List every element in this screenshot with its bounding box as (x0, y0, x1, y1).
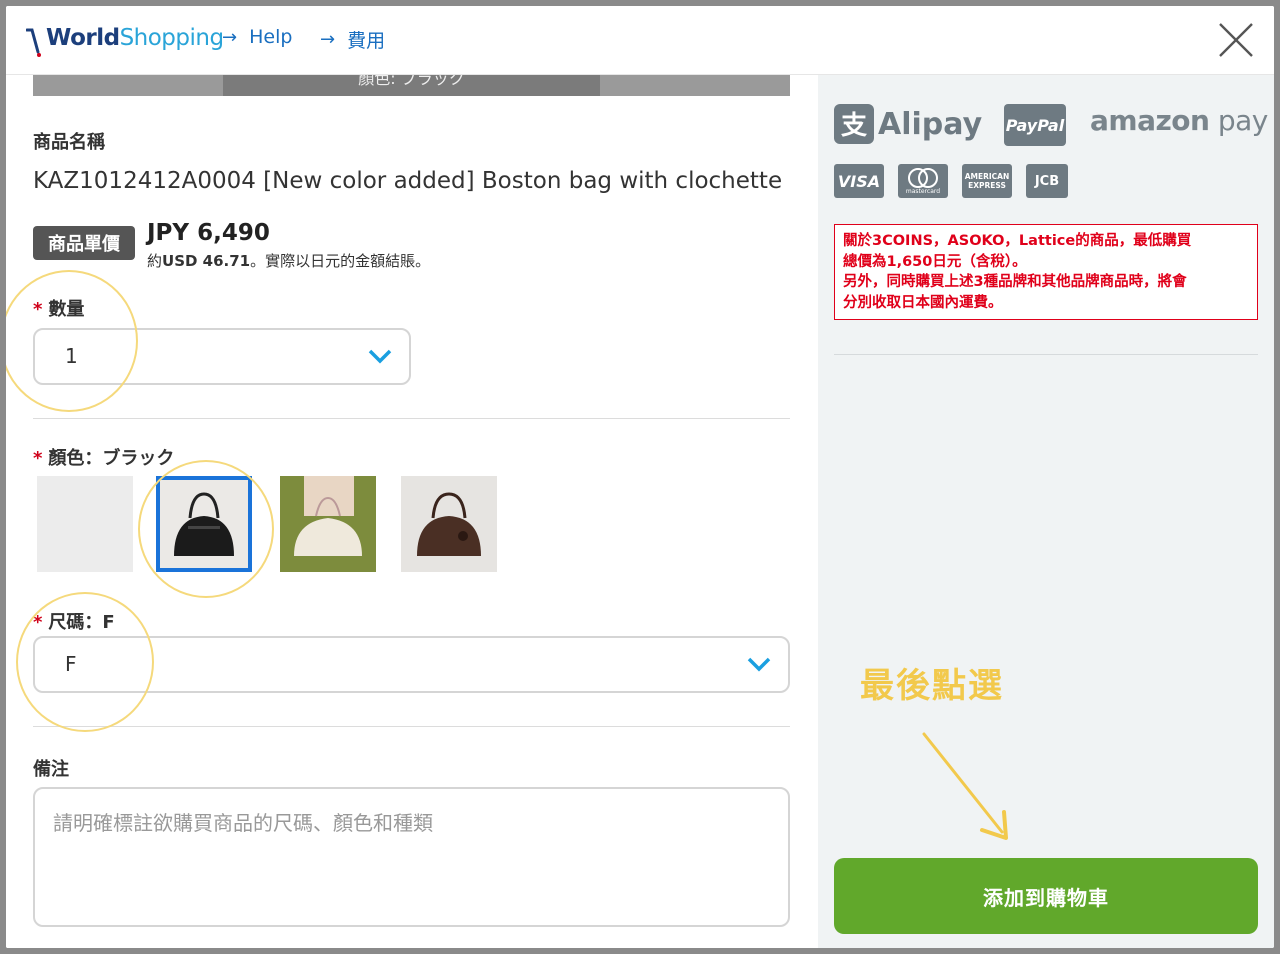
color-swatch-ivory[interactable] (280, 476, 376, 572)
product-image-strip: 顏色: ブラック (33, 74, 790, 96)
modal-header: WorldShopping → Help → 費用 (6, 6, 1274, 75)
black-bag-image (174, 492, 234, 556)
breadcrumb-label: Help (249, 26, 293, 48)
ivory-bag-image (280, 476, 376, 572)
mastercard-logo: mastercard (898, 164, 948, 198)
arrow-right-icon: → (320, 29, 336, 50)
product-modal: WorldShopping → Help → 費用 顏色: ブラック 商品名稱 … (6, 6, 1274, 948)
notice-line: 分別收取日本國內運費。 (843, 294, 1003, 311)
amazon-pay-text: pay (1209, 104, 1269, 137)
price-usd-note: 約USD 46.71。實際以日元的金額結賬。 (147, 250, 430, 271)
product-name: KAZ1012412A0004 [New color added] Boston… (33, 168, 783, 194)
color-label: * 顏色：ブラック (33, 444, 174, 470)
min-purchase-notice: 關於3COINS，ASOKO，Lattice的商品，最低購買 總價為1,650日… (834, 224, 1258, 320)
color-label-text: 顏色：ブラック (48, 448, 175, 469)
mastercard-text: mastercard (905, 187, 941, 195)
image-caption: 顏色: ブラック (223, 74, 600, 96)
breadcrumb-label: 費用 (347, 30, 386, 52)
quantity-select[interactable]: 1 (33, 328, 411, 385)
required-mark: * (33, 448, 43, 469)
quantity-value: 1 (65, 344, 78, 368)
price-usd: USD 46.71 (162, 252, 251, 270)
alipay-logo: 支 Alipay (834, 104, 982, 144)
color-swatch-blank[interactable] (37, 476, 133, 572)
price-sub-prefix: 約 (147, 252, 163, 270)
size-value: F (65, 652, 77, 676)
jcb-logo: JCB (1026, 164, 1068, 198)
arrow-right-icon: → (222, 26, 238, 48)
breadcrumb-fees[interactable]: → 費用 (320, 26, 385, 53)
amex-text-1: AMERICAN (964, 172, 1010, 181)
add-to-cart-button[interactable]: 添加到購物車 (834, 858, 1258, 934)
amazon-pay-logo: amazon pay (1090, 104, 1268, 137)
unit-price-badge: 商品單價 (33, 226, 135, 260)
amazon-text: amazon (1090, 104, 1210, 137)
notes-label: 備注 (33, 759, 69, 780)
divider (33, 418, 790, 419)
logo-orld: orld (70, 25, 120, 51)
quantity-label-text: 數量 (48, 299, 85, 320)
notice-line: 關於3COINS，ASOKO，Lattice的商品，最低購買 (843, 233, 1192, 249)
visa-logo: VISA (834, 164, 884, 198)
required-mark: * (33, 299, 43, 320)
mastercard-icon (908, 167, 938, 188)
notice-line: 總價為1,650日元（含稅）。 (843, 253, 1027, 270)
annotation-arrow-icon (922, 732, 1008, 840)
chevron-down-icon (368, 349, 392, 364)
logo-w: W (46, 25, 71, 51)
size-label-text: 尺碼：F (48, 612, 115, 633)
amex-text-2: EXPRESS (968, 181, 1006, 190)
svg-text:支: 支 (841, 111, 867, 141)
worldshopping-logo[interactable]: WorldShopping (26, 18, 224, 58)
breadcrumb-help[interactable]: → Help (222, 26, 292, 48)
color-swatch-black[interactable] (156, 476, 252, 572)
payment-sidebar: 支 Alipay PayPal amazon pay VISA masterca… (818, 74, 1274, 948)
divider (33, 726, 790, 727)
brown-bag-image (417, 492, 481, 556)
color-swatch-brown[interactable] (401, 476, 497, 572)
divider (834, 354, 1258, 355)
notes-textarea[interactable] (33, 787, 790, 927)
product-name-label: 商品名稱 (33, 132, 105, 153)
price-jpy: JPY 6,490 (147, 220, 270, 246)
notice-line: 另外，同時購買上述3種品牌和其他品牌商品時，將會 (843, 274, 1187, 290)
quantity-label: * 數量 (33, 295, 84, 321)
size-select[interactable]: F (33, 636, 790, 693)
alipay-text: Alipay (878, 106, 983, 142)
handwritten-annotation: 最後點選 (860, 666, 1004, 706)
required-mark: * (33, 612, 43, 633)
product-form: 顏色: ブラック 商品名稱 KAZ1012412A0004 [New color… (6, 74, 818, 948)
size-label: * 尺碼：F (33, 608, 115, 634)
paypal-logo: PayPal (1004, 104, 1066, 146)
price-sub-suffix: 。實際以日元的金額結賬。 (250, 252, 431, 270)
alipay-icon: 支 (834, 104, 874, 144)
amex-logo: AMERICAN EXPRESS (962, 164, 1012, 198)
logo-shopping: Shopping (119, 25, 225, 51)
cart-logo-icon (26, 28, 41, 57)
chevron-down-icon (747, 657, 771, 672)
close-icon[interactable] (1216, 20, 1256, 60)
